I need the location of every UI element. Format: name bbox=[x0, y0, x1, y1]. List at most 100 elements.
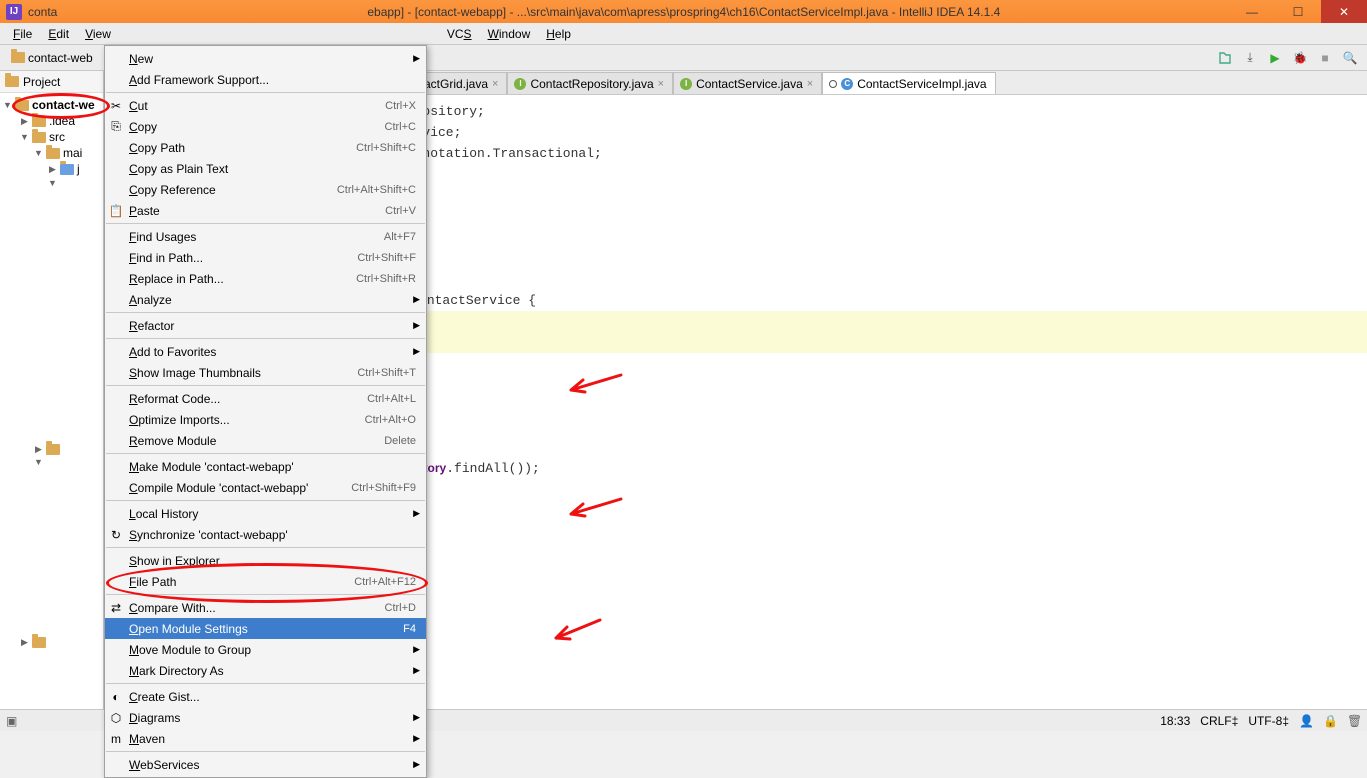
context-menu-item[interactable]: Add Framework Support... bbox=[105, 69, 426, 90]
app-logo-icon: IJ bbox=[6, 4, 22, 20]
context-menu-item[interactable]: Find in Path...Ctrl+Shift+F bbox=[105, 247, 426, 268]
run-button[interactable]: ▶ bbox=[1264, 47, 1286, 69]
context-menu-item[interactable]: ⇄Compare With...Ctrl+D bbox=[105, 597, 426, 618]
folder-icon bbox=[46, 444, 60, 455]
down-icon[interactable]: ⤓ bbox=[1239, 47, 1261, 69]
trash-icon[interactable]: 🗑 bbox=[1347, 714, 1361, 728]
encoding[interactable]: UTF-8‡ bbox=[1248, 714, 1289, 728]
shortcut-label: Ctrl+V bbox=[385, 205, 416, 217]
context-menu-item[interactable]: Reformat Code...Ctrl+Alt+L bbox=[105, 388, 426, 409]
context-menu-item[interactable]: Show Image ThumbnailsCtrl+Shift+T bbox=[105, 362, 426, 383]
menu-edit[interactable]: Edit bbox=[41, 25, 76, 43]
menu-label: Find Usages bbox=[129, 230, 196, 244]
editor-tab[interactable]: IContactService.java× bbox=[673, 72, 822, 94]
editor-tab[interactable]: IContactRepository.java× bbox=[507, 72, 673, 94]
menu-icon: 📋 bbox=[109, 204, 123, 218]
submenu-arrow-icon: ▶ bbox=[413, 294, 420, 305]
lock-icon[interactable]: 🔒 bbox=[1323, 714, 1337, 728]
context-menu-item[interactable]: Copy PathCtrl+Shift+C bbox=[105, 137, 426, 158]
search-icon[interactable]: 🔍 bbox=[1339, 47, 1361, 69]
separator bbox=[106, 751, 425, 752]
context-menu-item[interactable]: Find UsagesAlt+F7 bbox=[105, 226, 426, 247]
editor-tab[interactable]: CContactServiceImpl.java bbox=[822, 72, 995, 94]
submenu-arrow-icon: ▶ bbox=[413, 53, 420, 64]
context-menu-item[interactable]: Open Module SettingsF4 bbox=[105, 618, 426, 639]
context-menu-item[interactable]: Make Module 'contact-webapp' bbox=[105, 456, 426, 477]
tree-root[interactable]: ▼contact-we bbox=[0, 97, 103, 113]
tree-idea[interactable]: ▶.idea bbox=[0, 113, 103, 129]
project-tool-button[interactable]: Project bbox=[0, 71, 103, 93]
menu-vcs[interactable]: VCS bbox=[440, 25, 479, 43]
tool-window-icon[interactable]: ▣ bbox=[6, 714, 20, 728]
line-separator[interactable]: CRLF‡ bbox=[1200, 714, 1238, 728]
context-menu-item[interactable]: Show in Explorer bbox=[105, 550, 426, 571]
context-menu-item[interactable]: Refactor ▶ bbox=[105, 315, 426, 336]
context-menu-item[interactable]: ⎘CopyCtrl+C bbox=[105, 116, 426, 137]
submenu-arrow-icon: ▶ bbox=[413, 320, 420, 331]
context-menu-item[interactable]: Copy as Plain Text bbox=[105, 158, 426, 179]
separator bbox=[106, 385, 425, 386]
menu-label: Optimize Imports... bbox=[129, 413, 230, 427]
project-panel: Project ▼contact-we ▶.idea ▼src ▼mai ▶j … bbox=[0, 71, 104, 709]
context-menu-item[interactable]: ◐Create Gist... bbox=[105, 686, 426, 707]
close-tab-icon[interactable]: × bbox=[492, 78, 498, 90]
submenu-arrow-icon: ▶ bbox=[413, 759, 420, 770]
submenu-arrow-icon: ▶ bbox=[413, 665, 420, 676]
tree-src[interactable]: ▼src bbox=[0, 129, 103, 145]
debug-button[interactable]: 🐞 bbox=[1289, 47, 1311, 69]
menu-label: Copy Path bbox=[129, 141, 185, 155]
breadcrumb[interactable]: contact-web bbox=[6, 49, 98, 67]
context-menu-item[interactable]: mMaven▶ bbox=[105, 728, 426, 749]
menu-help[interactable]: Help bbox=[539, 25, 578, 43]
context-menu-item[interactable]: File PathCtrl+Alt+F12 bbox=[105, 571, 426, 592]
tree-main[interactable]: ▼mai bbox=[0, 145, 103, 161]
folder-icon bbox=[11, 52, 25, 63]
submenu-arrow-icon: ▶ bbox=[413, 712, 420, 723]
folder-icon bbox=[32, 116, 46, 127]
context-menu-item[interactable]: Mark Directory As▶ bbox=[105, 660, 426, 681]
context-menu-item[interactable]: Replace in Path...Ctrl+Shift+R bbox=[105, 268, 426, 289]
menu-view[interactable]: View bbox=[78, 25, 118, 43]
context-menu-item[interactable]: Analyze▶ bbox=[105, 289, 426, 310]
menu-label: Refactor bbox=[129, 319, 174, 333]
context-menu-item[interactable]: Compile Module 'contact-webapp'Ctrl+Shif… bbox=[105, 477, 426, 498]
submenu-arrow-icon: ▶ bbox=[413, 733, 420, 744]
project-tree: ▼contact-we ▶.idea ▼src ▼mai ▶j ▼ ▶ ▼ ▶ bbox=[0, 93, 103, 653]
tree-item[interactable]: ▶ bbox=[0, 636, 103, 649]
title-prefix: conta bbox=[28, 5, 57, 19]
context-menu-item[interactable]: 📋PasteCtrl+V bbox=[105, 200, 426, 221]
context-menu-item[interactable]: WebServices▶ bbox=[105, 754, 426, 775]
menu-label: Compare With... bbox=[129, 601, 216, 615]
maximize-button[interactable]: ☐ bbox=[1275, 0, 1321, 23]
file-type-icon: I bbox=[680, 78, 692, 90]
tree-item[interactable]: ▼ bbox=[0, 177, 103, 189]
menu-icon: ⬡ bbox=[109, 711, 123, 725]
context-menu-item[interactable]: ⬡Diagrams▶ bbox=[105, 707, 426, 728]
context-menu-item[interactable]: ↻Synchronize 'contact-webapp' bbox=[105, 524, 426, 545]
close-tab-icon[interactable]: × bbox=[658, 78, 664, 90]
minimize-button[interactable]: ― bbox=[1229, 0, 1275, 23]
context-menu-item[interactable]: New▶ bbox=[105, 48, 426, 69]
menu-label: Synchronize 'contact-webapp' bbox=[129, 528, 288, 542]
context-menu-item[interactable]: Copy ReferenceCtrl+Alt+Shift+C bbox=[105, 179, 426, 200]
context-menu-item[interactable]: Remove ModuleDelete bbox=[105, 430, 426, 451]
context-menu-item[interactable]: Optimize Imports...Ctrl+Alt+O bbox=[105, 409, 426, 430]
make-button[interactable] bbox=[1214, 47, 1236, 69]
close-window-button[interactable]: ✕ bbox=[1321, 0, 1367, 23]
context-menu-item[interactable]: Local History▶ bbox=[105, 503, 426, 524]
tree-item[interactable]: ▶ bbox=[0, 443, 103, 456]
menu-icon: ⎘ bbox=[109, 120, 123, 134]
menu-window[interactable]: Window bbox=[481, 25, 538, 43]
menu-file[interactable]: File bbox=[6, 25, 39, 43]
tree-java[interactable]: ▶j bbox=[0, 161, 103, 177]
separator bbox=[106, 92, 425, 93]
close-tab-icon[interactable]: × bbox=[807, 78, 813, 90]
context-menu-item[interactable]: Add to Favorites▶ bbox=[105, 341, 426, 362]
stop-button[interactable]: ■ bbox=[1314, 47, 1336, 69]
tree-item[interactable]: ▼ bbox=[0, 456, 103, 468]
context-menu-item[interactable]: Move Module to Group▶ bbox=[105, 639, 426, 660]
separator bbox=[106, 683, 425, 684]
inspect-icon[interactable]: 👤 bbox=[1299, 714, 1313, 728]
context-menu-item[interactable]: ✂CutCtrl+X bbox=[105, 95, 426, 116]
menu-label: Make Module 'contact-webapp' bbox=[129, 460, 294, 474]
